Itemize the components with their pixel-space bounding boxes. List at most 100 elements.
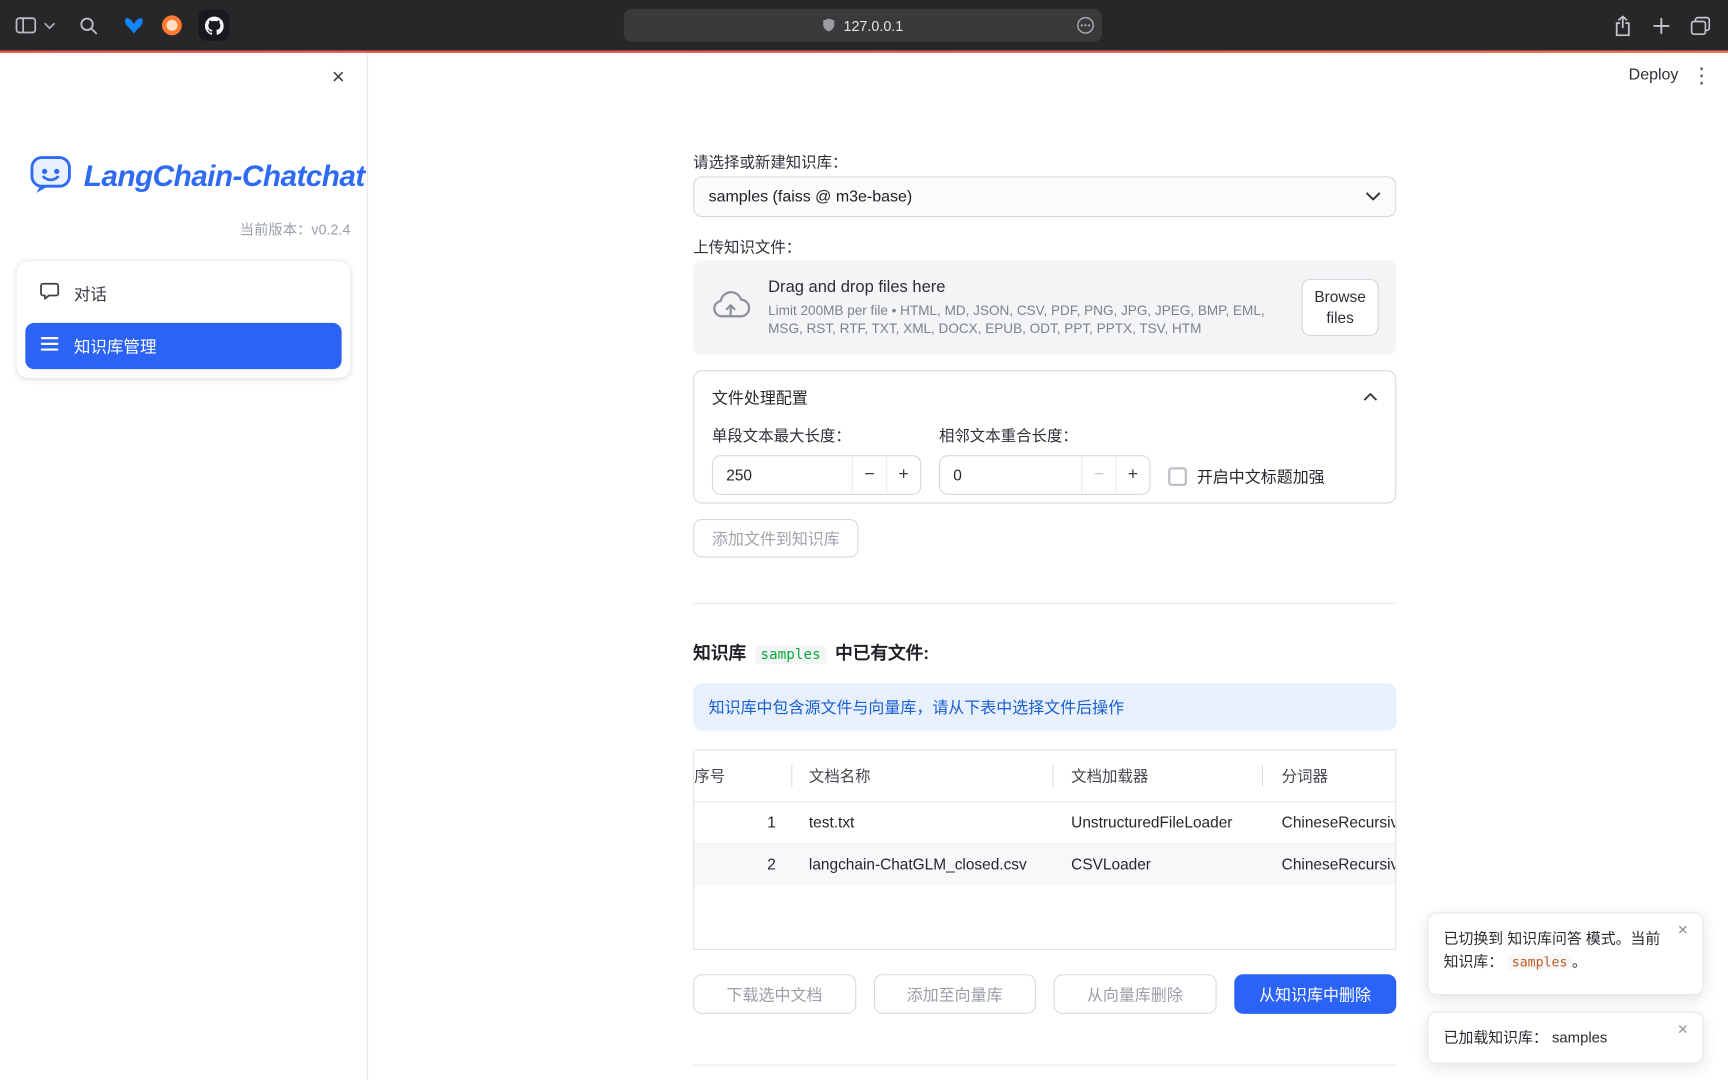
cell-splitter: ChineseRecursiveTextSplitter bbox=[1263, 843, 1396, 885]
delete-from-kb-button[interactable]: 从知识库中删除 bbox=[1234, 974, 1397, 1014]
kb-select-dropdown[interactable]: samples (faiss @ m3e-base) bbox=[693, 176, 1396, 217]
menu-item-label: 知识库管理 bbox=[74, 334, 157, 357]
table-row[interactable]: 1 test.txt UnstructuredFileLoader Chines… bbox=[694, 801, 1396, 843]
toast-close-icon[interactable]: × bbox=[1672, 1019, 1694, 1041]
toast-mode-switched: 已切换到 知识库问答 模式。当前知识库： samples。 × bbox=[1427, 912, 1704, 995]
cell-index: 1 bbox=[694, 801, 792, 843]
chunk-size-input[interactable]: 250 − + bbox=[712, 455, 921, 495]
sidebar-close-icon[interactable]: × bbox=[325, 64, 351, 90]
sidebar-toggle-icon[interactable] bbox=[15, 17, 36, 35]
chevron-up-icon bbox=[1363, 387, 1377, 407]
cell-name: langchain-ChatGLM_closed.csv bbox=[792, 843, 1053, 885]
menu-item-knowledge-base[interactable]: 知识库管理 bbox=[25, 323, 341, 369]
select-chevron-down-icon bbox=[1365, 187, 1380, 207]
uploader-title: Drag and drop files here bbox=[768, 278, 1290, 297]
expander-body: 单段文本最大长度： 250 − + 相邻文本重合长度： 0 − + bbox=[694, 422, 1395, 495]
cell-splitter: ChineseRecursiveTextSplitter bbox=[1263, 801, 1396, 843]
overlap-input[interactable]: 0 − + bbox=[939, 455, 1151, 495]
main-content: 请选择或新建知识库： samples (faiss @ m3e-base) 上传… bbox=[693, 53, 1396, 1080]
table-action-buttons: 下载选中文档 添加至向量库 从向量库删除 从知识库中删除 bbox=[693, 974, 1396, 1014]
zh-title-checkbox-label: 开启中文标题加强 bbox=[1197, 465, 1325, 488]
page-settings-icon[interactable] bbox=[1077, 17, 1095, 35]
sidebar-menu: 对话 知识库管理 bbox=[17, 261, 351, 378]
kb-files-suffix: 中已有文件: bbox=[835, 638, 929, 664]
chunk-size-field: 单段文本最大长度： 250 − + bbox=[712, 424, 921, 495]
overlap-value[interactable]: 0 bbox=[940, 456, 1081, 493]
col-header-loader[interactable]: 文档加载器 bbox=[1054, 750, 1263, 801]
orange-app-icon[interactable] bbox=[162, 15, 182, 35]
browser-chrome: 127.0.0.1 bbox=[0, 0, 1728, 51]
logo-chat-icon bbox=[29, 152, 73, 202]
browse-files-button[interactable]: Browse files bbox=[1302, 279, 1379, 336]
table-header-row: 序号 文档名称 文档加载器 分词器 bbox=[694, 750, 1396, 801]
toast-text: 已切换到 知识库问答 模式。当前知识库： samples。 bbox=[1444, 927, 1670, 974]
url-text: 127.0.0.1 bbox=[843, 17, 903, 34]
address-bar[interactable]: 127.0.0.1 bbox=[624, 9, 1102, 42]
main-menu-kebab-icon[interactable]: ⋮ bbox=[1688, 63, 1714, 89]
expander-title: 文件处理配置 bbox=[712, 385, 808, 408]
chrome-left-toolbar bbox=[15, 0, 229, 51]
expander-header[interactable]: 文件处理配置 bbox=[694, 371, 1395, 422]
screen: 127.0.0.1 × bbox=[0, 0, 1728, 1080]
app-logo: LangChain-Chatchat bbox=[29, 152, 365, 202]
chunk-size-label: 单段文本最大长度： bbox=[712, 424, 921, 446]
chunk-minus-button[interactable]: − bbox=[852, 456, 886, 493]
share-icon[interactable] bbox=[1613, 15, 1632, 36]
chunk-plus-button[interactable]: + bbox=[886, 456, 920, 493]
overlap-minus-button[interactable]: − bbox=[1081, 456, 1115, 493]
col-header-index[interactable]: 序号 bbox=[694, 750, 792, 801]
col-header-name[interactable]: 文档名称 bbox=[792, 750, 1053, 801]
github-app-icon[interactable] bbox=[198, 10, 229, 41]
file-config-expander: 文件处理配置 单段文本最大长度： 250 − + 相邻文本重合长度： bbox=[693, 370, 1396, 503]
search-icon[interactable] bbox=[79, 16, 98, 35]
chat-bubble-icon bbox=[40, 281, 60, 305]
add-files-to-kb-button[interactable]: 添加文件到知识库 bbox=[693, 519, 858, 558]
kb-selected-value: samples (faiss @ m3e-base) bbox=[709, 188, 913, 206]
divider bbox=[693, 1065, 1396, 1066]
deploy-button[interactable]: Deploy bbox=[1629, 66, 1679, 84]
chrome-right-toolbar bbox=[1613, 0, 1710, 51]
kb-name-code: samples bbox=[755, 646, 826, 665]
zh-title-checkbox-row[interactable]: 开启中文标题加强 bbox=[1168, 458, 1324, 494]
knowledge-base-icon bbox=[40, 335, 60, 357]
info-banner: 知识库中包含源文件与向量库，请从下表中选择文件后操作 bbox=[693, 683, 1396, 730]
toast-text: 已加载知识库： samples bbox=[1444, 1026, 1670, 1049]
toast-kb-name: samples bbox=[1552, 1029, 1607, 1046]
logo-text: LangChain-Chatchat bbox=[84, 160, 365, 194]
uploader-texts: Drag and drop files here Limit 200MB per… bbox=[768, 278, 1301, 338]
kb-files-prefix: 知识库 bbox=[693, 638, 746, 664]
cell-loader: UnstructuredFileLoader bbox=[1054, 801, 1263, 843]
info-text: 知识库中包含源文件与向量库，请从下表中选择文件后操作 bbox=[709, 695, 1124, 718]
chevron-down-icon[interactable] bbox=[44, 21, 55, 29]
col-header-splitter[interactable]: 分词器 bbox=[1263, 750, 1396, 801]
chunk-size-value[interactable]: 250 bbox=[713, 456, 852, 493]
delete-from-vector-store-button[interactable]: 从向量库删除 bbox=[1054, 974, 1217, 1014]
menu-item-dialogue[interactable]: 对话 bbox=[25, 270, 341, 316]
add-to-vector-store-button[interactable]: 添加至向量库 bbox=[873, 974, 1036, 1014]
overlap-plus-button[interactable]: + bbox=[1115, 456, 1149, 493]
cloud-upload-icon bbox=[711, 289, 751, 325]
site-privacy-icon bbox=[823, 18, 836, 33]
files-table[interactable]: 序号 文档名称 文档加载器 分词器 1 test.txt Unstructure… bbox=[693, 749, 1396, 950]
overlap-field: 相邻文本重合长度： 0 − + bbox=[939, 424, 1151, 495]
file-uploader-dropzone[interactable]: Drag and drop files here Limit 200MB per… bbox=[693, 260, 1396, 355]
menu-item-label: 对话 bbox=[74, 282, 107, 305]
cell-loader: CSVLoader bbox=[1054, 843, 1263, 885]
overlap-label: 相邻文本重合长度： bbox=[939, 424, 1151, 446]
toast-close-icon[interactable]: × bbox=[1672, 920, 1694, 942]
sidebar: × LangChain-Chatchat 当前版本：v0.2.4 对话 bbox=[0, 53, 368, 1080]
uploader-limit-text: Limit 200MB per file • HTML, MD, JSON, C… bbox=[768, 302, 1290, 337]
kb-files-heading: 知识库 samples 中已有文件: bbox=[693, 638, 929, 664]
bluesky-app-icon[interactable] bbox=[123, 16, 144, 35]
version-label: 当前版本：v0.2.4 bbox=[240, 218, 351, 239]
download-selected-button[interactable]: 下载选中文档 bbox=[693, 974, 856, 1014]
checkbox-unchecked-icon[interactable] bbox=[1168, 467, 1187, 486]
cell-name: test.txt bbox=[792, 801, 1053, 843]
toast-kb-name-code: samples bbox=[1507, 954, 1572, 969]
divider bbox=[693, 603, 1396, 604]
toast-kb-loaded: 已加载知识库： samples × bbox=[1427, 1012, 1704, 1064]
new-tab-icon[interactable] bbox=[1653, 17, 1670, 34]
tab-overview-icon[interactable] bbox=[1691, 16, 1711, 35]
cell-index: 2 bbox=[694, 843, 792, 885]
table-row[interactable]: 2 langchain-ChatGLM_closed.csv CSVLoader… bbox=[694, 843, 1396, 885]
